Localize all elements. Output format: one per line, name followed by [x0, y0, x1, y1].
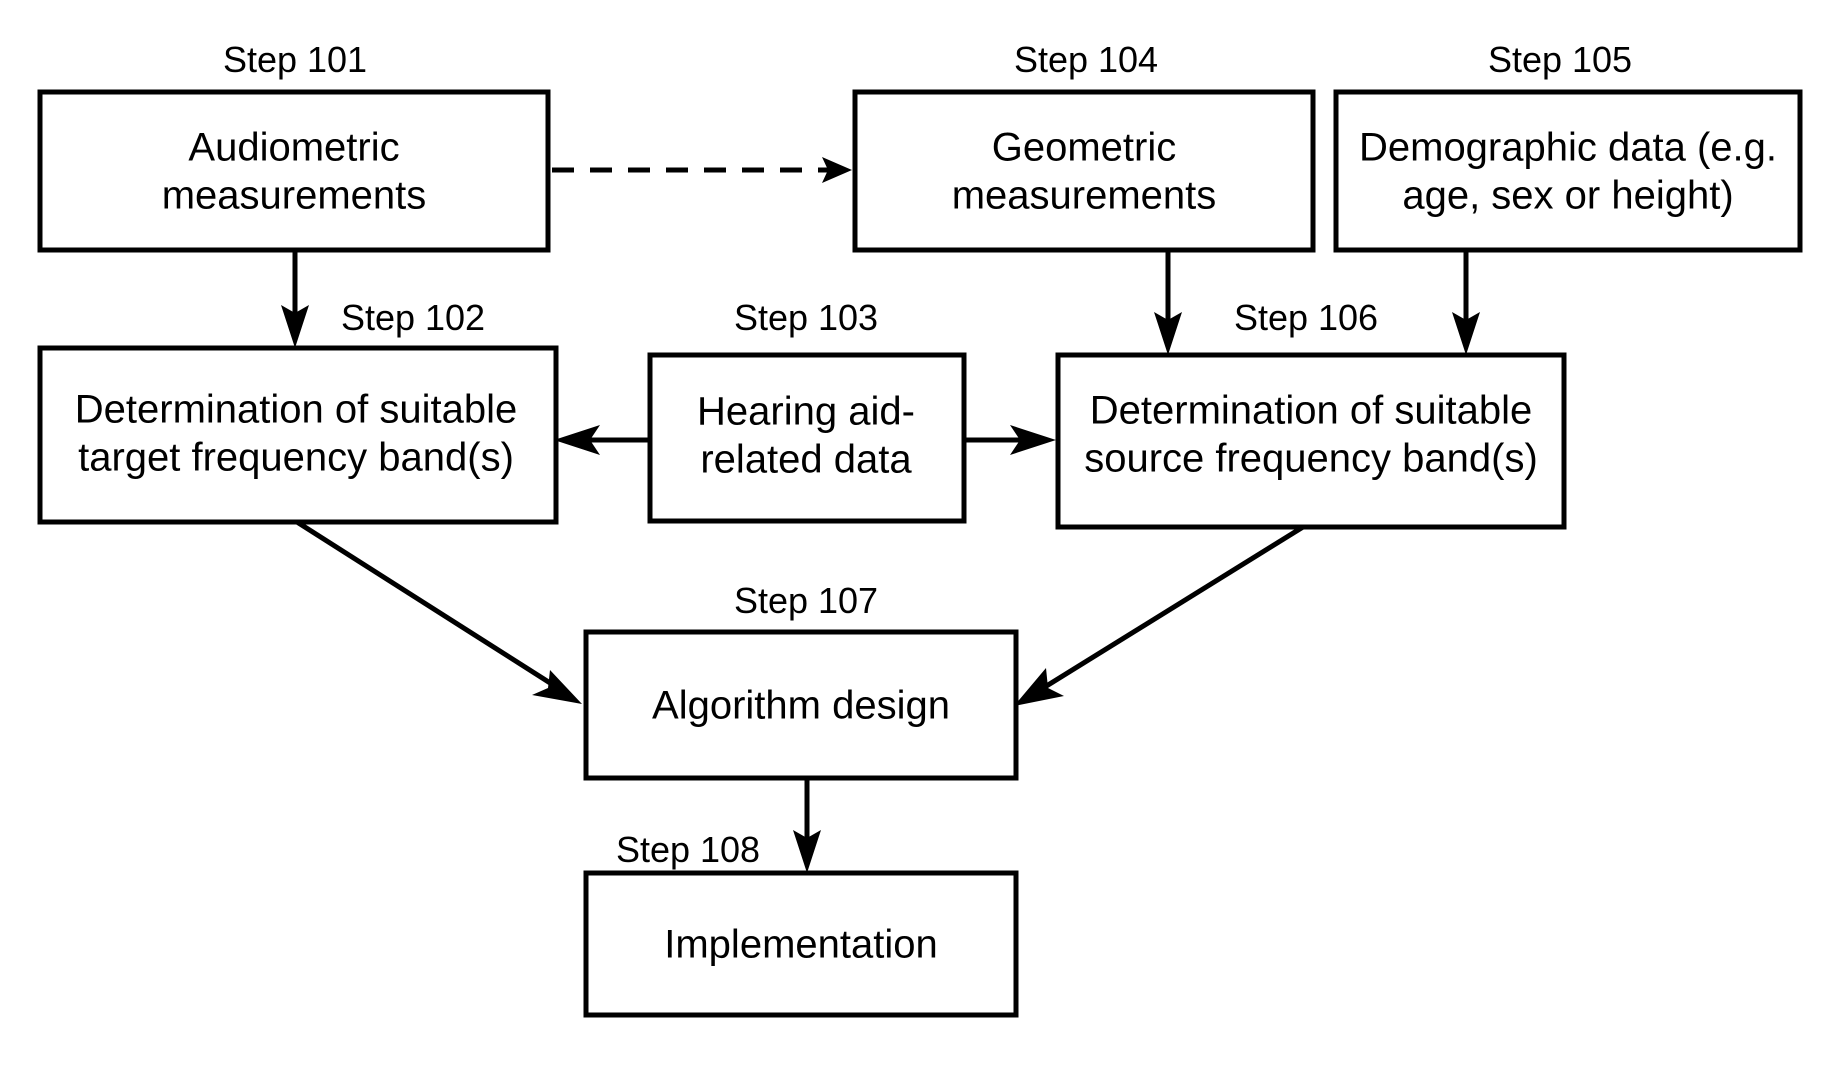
step104-step-label: Step 104 — [1014, 39, 1158, 80]
edge-step101-to-step102 — [281, 250, 309, 348]
step105-text-line-2: age, sex or height) — [1402, 174, 1733, 218]
step102-step-label: Step 102 — [341, 297, 485, 338]
edge-line — [1038, 524, 1305, 693]
step101-text-line-1: Audiometric — [188, 126, 399, 170]
step107-text-line-1: Algorithm design — [652, 684, 950, 728]
node-step107[interactable]: Step 107 Algorithm design — [583, 580, 1019, 781]
flowchart-canvas: Step 101 Audiometric measurements Step 1… — [37, 39, 1803, 1018]
edge-step104-to-step106 — [1154, 250, 1182, 355]
node-step103[interactable]: Step 103 Hearing aid- related data — [647, 297, 967, 524]
step103-text-line-1: Hearing aid- — [697, 390, 915, 434]
step104-text-line-2: measurements — [952, 174, 1217, 218]
step103-step-label: Step 103 — [734, 297, 878, 338]
step101-text-line-2: measurements — [162, 174, 427, 218]
step106-text-line-1: Determination of suitable — [1090, 389, 1532, 433]
edge-step106-to-step107 — [1014, 524, 1305, 706]
step101-box[interactable] — [37, 89, 551, 253]
step105-text-line-1: Demographic data (e.g. — [1359, 126, 1777, 170]
step104-text-line-1: Geometric — [992, 126, 1177, 170]
edge-step103-to-step102 — [554, 425, 648, 455]
arrowhead-icon — [1014, 668, 1064, 706]
step103-text-line-2: related data — [700, 438, 912, 482]
node-step104[interactable]: Step 104 Geometric measurements — [852, 39, 1316, 253]
step108-step-label: Step 108 — [616, 829, 760, 870]
step105-box[interactable] — [1333, 89, 1803, 253]
node-step105[interactable]: Step 105 Demographic data (e.g. age, sex… — [1333, 39, 1803, 253]
flowchart-diagram: Step 101 Audiometric measurements Step 1… — [0, 0, 1821, 1086]
step106-step-label: Step 106 — [1234, 297, 1378, 338]
step108-text-line-1: Implementation — [664, 923, 937, 967]
node-step106[interactable]: Step 106 Determination of suitable sourc… — [1055, 297, 1567, 530]
node-step108[interactable]: Step 108 Implementation — [583, 829, 1019, 1018]
step107-step-label: Step 107 — [734, 580, 878, 621]
step102-text-line-1: Determination of suitable — [75, 388, 517, 432]
edge-step103-to-step106 — [964, 425, 1056, 455]
step101-step-label: Step 101 — [223, 39, 367, 80]
step105-step-label: Step 105 — [1488, 39, 1632, 80]
node-step101[interactable]: Step 101 Audiometric measurements — [37, 39, 551, 253]
step102-text-line-2: target frequency band(s) — [78, 436, 514, 480]
edge-line — [295, 519, 560, 691]
edge-step105-to-step106 — [1452, 250, 1480, 355]
edge-step101-to-step104 — [552, 157, 852, 183]
step106-text-line-2: source frequency band(s) — [1084, 437, 1538, 481]
step104-box[interactable] — [852, 89, 1316, 253]
edge-step107-to-step108 — [793, 778, 821, 873]
edge-step102-to-step107 — [295, 519, 582, 704]
